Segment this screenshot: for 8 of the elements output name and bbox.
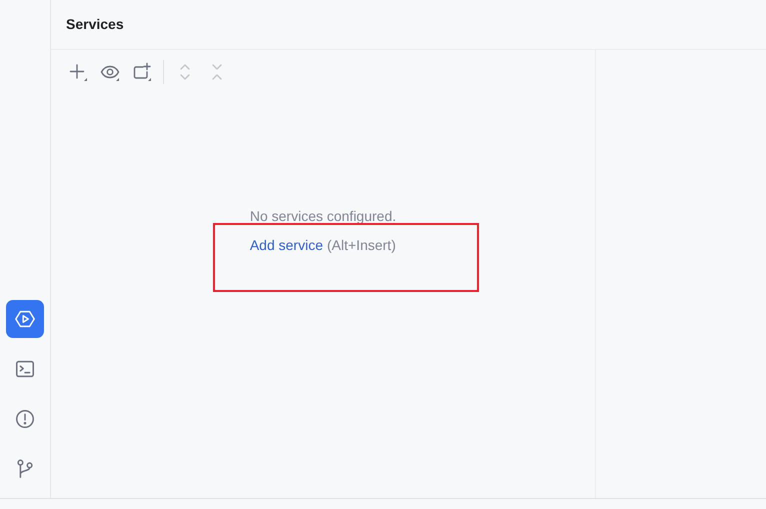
shortcut-hint: (Alt+Insert) xyxy=(327,236,396,255)
add-service-link[interactable]: Add service xyxy=(250,235,323,256)
services-tool-button[interactable] xyxy=(6,300,44,338)
terminal-icon xyxy=(14,358,36,380)
exclamation-circle-icon xyxy=(14,408,36,430)
panel-title: Services xyxy=(66,15,124,34)
empty-message: No services configured. xyxy=(250,207,396,226)
hexagon-play-icon xyxy=(14,308,36,330)
